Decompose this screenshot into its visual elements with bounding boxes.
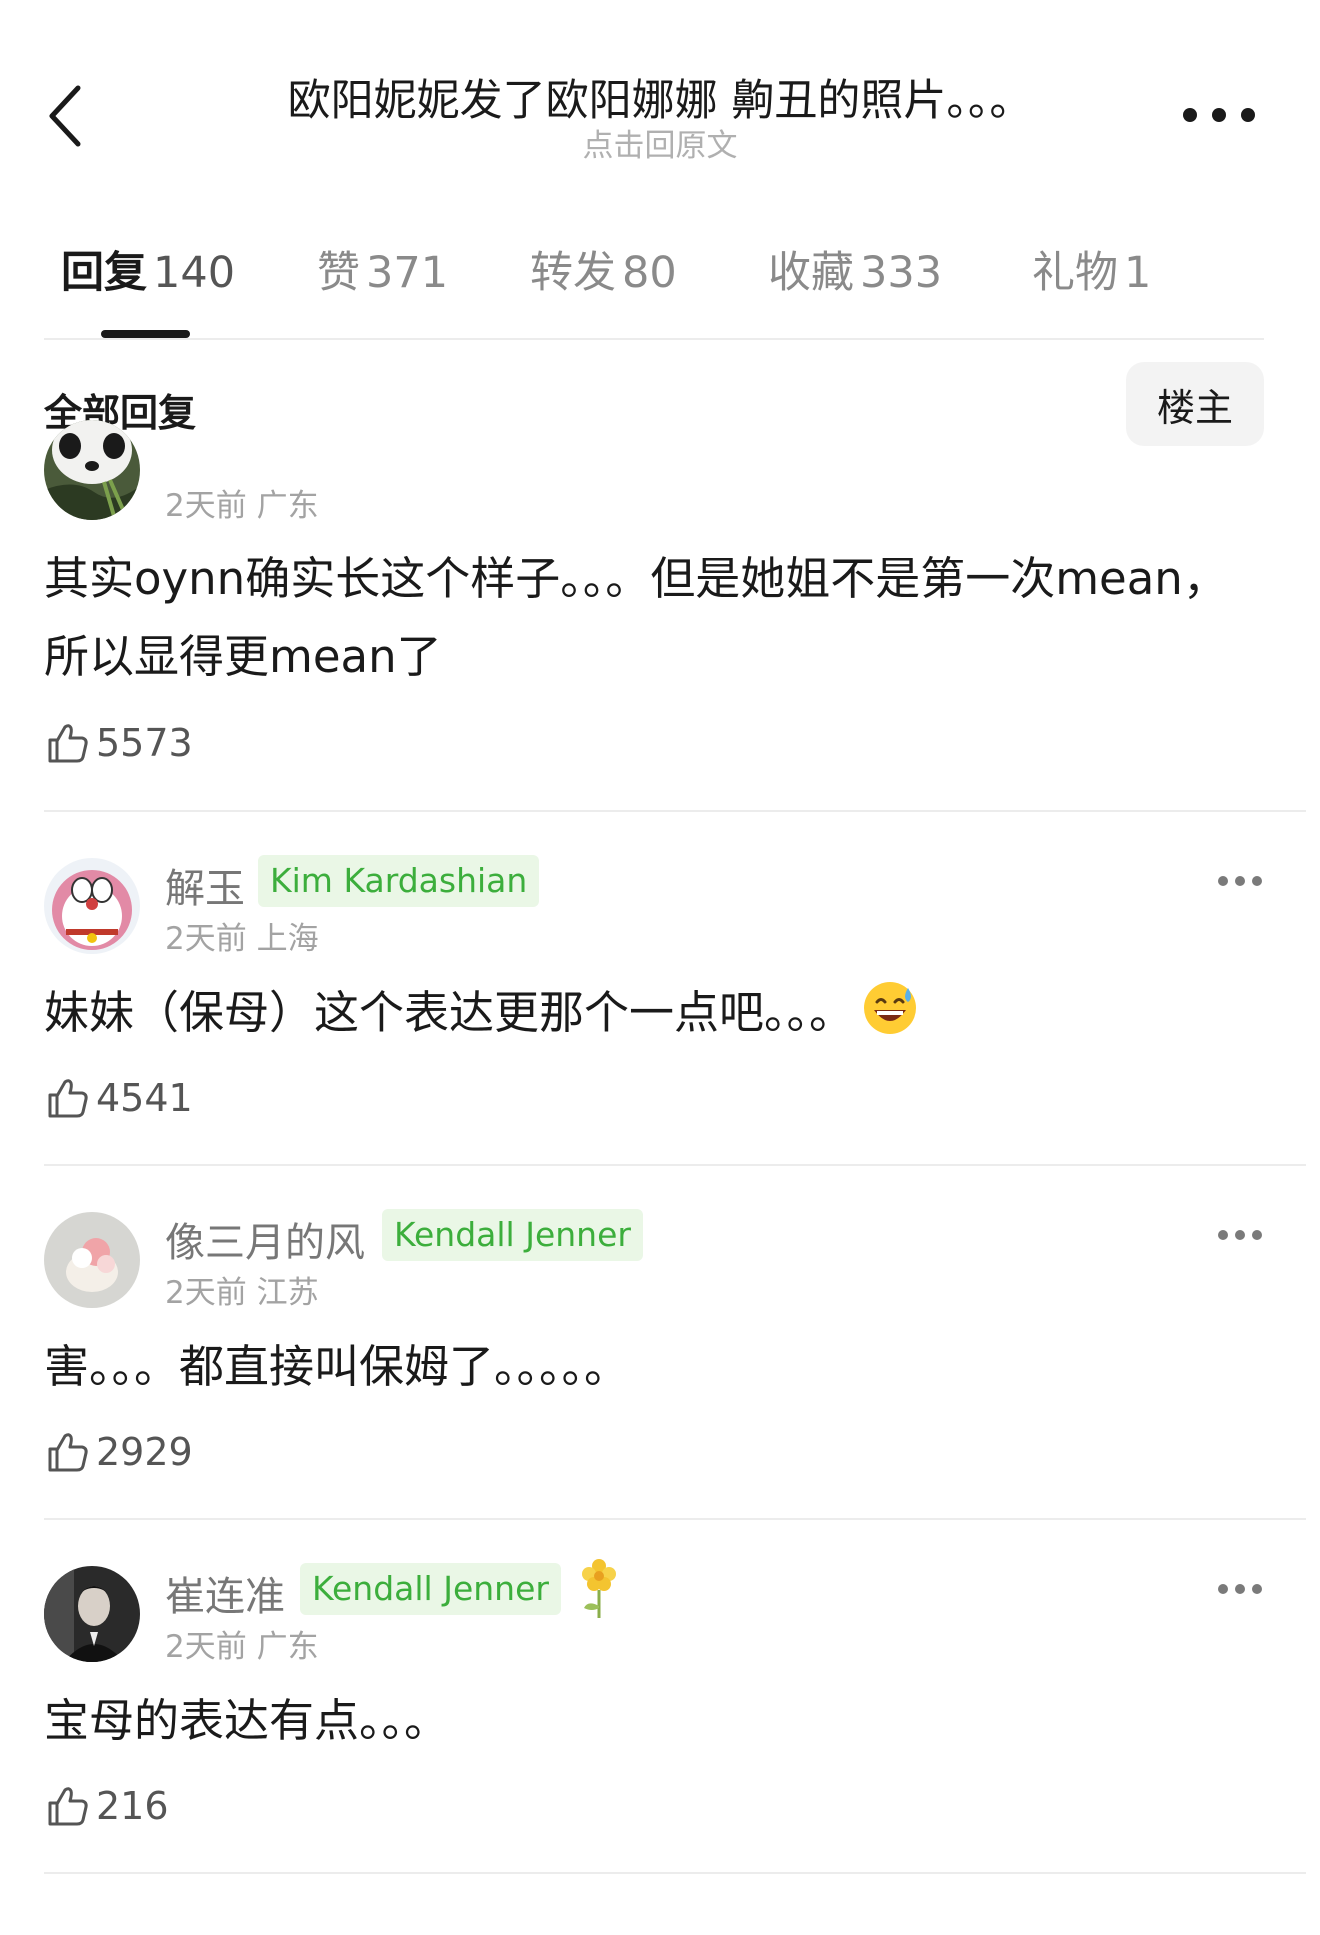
like-button[interactable]: 216: [44, 1778, 169, 1834]
tab-count: 1: [1124, 248, 1152, 298]
like-button[interactable]: 4541: [44, 1070, 193, 1126]
comment-author[interactable]: 像三月的风: [165, 1210, 365, 1268]
tab-label: 礼物: [1032, 248, 1118, 298]
active-tab-indicator: [101, 330, 190, 338]
like-count: 216: [96, 1784, 169, 1828]
tab-likes[interactable]: 赞 371: [317, 238, 448, 300]
thumbs-up-icon: [48, 724, 88, 763]
divider: [44, 1164, 1306, 1166]
like-count: 5573: [96, 721, 193, 765]
comment-author[interactable]: 崔连准: [165, 1564, 285, 1622]
tab-favorites[interactable]: 收藏 333: [768, 238, 942, 300]
user-tag[interactable]: Kendall Jenner: [382, 1209, 643, 1261]
comment-meta: 2天前 广东: [165, 1629, 319, 1665]
comment-meta: 2天前 江苏: [165, 1275, 319, 1311]
thumbs-up-icon: [48, 1079, 88, 1118]
plush-toy-avatar[interactable]: [44, 1212, 140, 1308]
comment-more-icon[interactable]: [1218, 875, 1262, 887]
thumbs-up-icon: [48, 1433, 88, 1472]
comment-text[interactable]: 宝母的表达有点。。。: [44, 1682, 1234, 1760]
tab-count: 140: [153, 248, 236, 298]
tab-count: 80: [622, 248, 677, 298]
panda-avatar[interactable]: [44, 420, 140, 520]
flower-badge-icon[interactable]: [574, 1556, 624, 1620]
comment-text[interactable]: 其实oynn确实长这个样子。。。但是她姐不是第一次mean，所以显得更mean了: [44, 540, 1234, 696]
like-count: 2929: [96, 1430, 193, 1474]
like-button[interactable]: 2929: [44, 1424, 193, 1480]
user-tag[interactable]: Kendall Jenner: [300, 1563, 561, 1615]
doraemon-avatar[interactable]: [44, 858, 140, 954]
comment-more-icon[interactable]: [1218, 1583, 1262, 1595]
divider: [44, 338, 1264, 340]
comment-text-content: 妹妹（保母）这个表达更那个一点吧。。。: [44, 986, 855, 1039]
tab-reposts[interactable]: 转发 80: [530, 238, 677, 300]
post-title[interactable]: 欧阳妮妮发了欧阳娜娜 齁丑的照片。。。: [200, 66, 1120, 128]
tab-bar: 回复 140 赞 371 转发 80 收藏 333 礼物 1: [44, 238, 1264, 338]
divider: [44, 810, 1306, 812]
more-options-icon[interactable]: [1183, 100, 1255, 130]
tab-label: 转发: [530, 248, 616, 298]
op-only-button[interactable]: 楼主: [1126, 362, 1264, 446]
tab-count: 371: [366, 248, 449, 298]
divider: [44, 1872, 1306, 1874]
sweat-smile-emoji: [862, 980, 918, 1060]
comment-author[interactable]: 解玉: [165, 856, 245, 914]
view-original-link[interactable]: 点击回原文: [200, 120, 1120, 165]
comment-meta: 2天前 广东: [165, 488, 319, 524]
like-button[interactable]: 5573: [44, 715, 193, 771]
back-arrow-icon[interactable]: [44, 80, 88, 152]
user-tag[interactable]: Kim Kardashian: [258, 855, 540, 907]
tab-label: 赞: [317, 248, 360, 298]
like-count: 4541: [96, 1076, 193, 1120]
comment-text[interactable]: 害。。。都直接叫保姆了。。。。。: [44, 1328, 1234, 1406]
comment-more-icon[interactable]: [1218, 1229, 1262, 1241]
divider: [44, 1518, 1306, 1520]
comment-text[interactable]: 妹妹（保母）这个表达更那个一点吧。。。: [44, 974, 1234, 1060]
tab-replies[interactable]: 回复 140: [61, 238, 235, 300]
tab-label: 收藏: [768, 248, 854, 298]
thumbs-up-icon: [48, 1787, 88, 1826]
tab-count: 333: [860, 248, 943, 298]
tab-gifts[interactable]: 礼物 1: [1032, 238, 1151, 300]
top-bar: 欧阳妮妮发了欧阳娜娜 齁丑的照片。。。 点击回原文: [0, 0, 1320, 200]
tab-label: 回复: [61, 248, 147, 298]
man-portrait-avatar[interactable]: [44, 1566, 140, 1662]
comment-meta: 2天前 上海: [165, 921, 319, 957]
